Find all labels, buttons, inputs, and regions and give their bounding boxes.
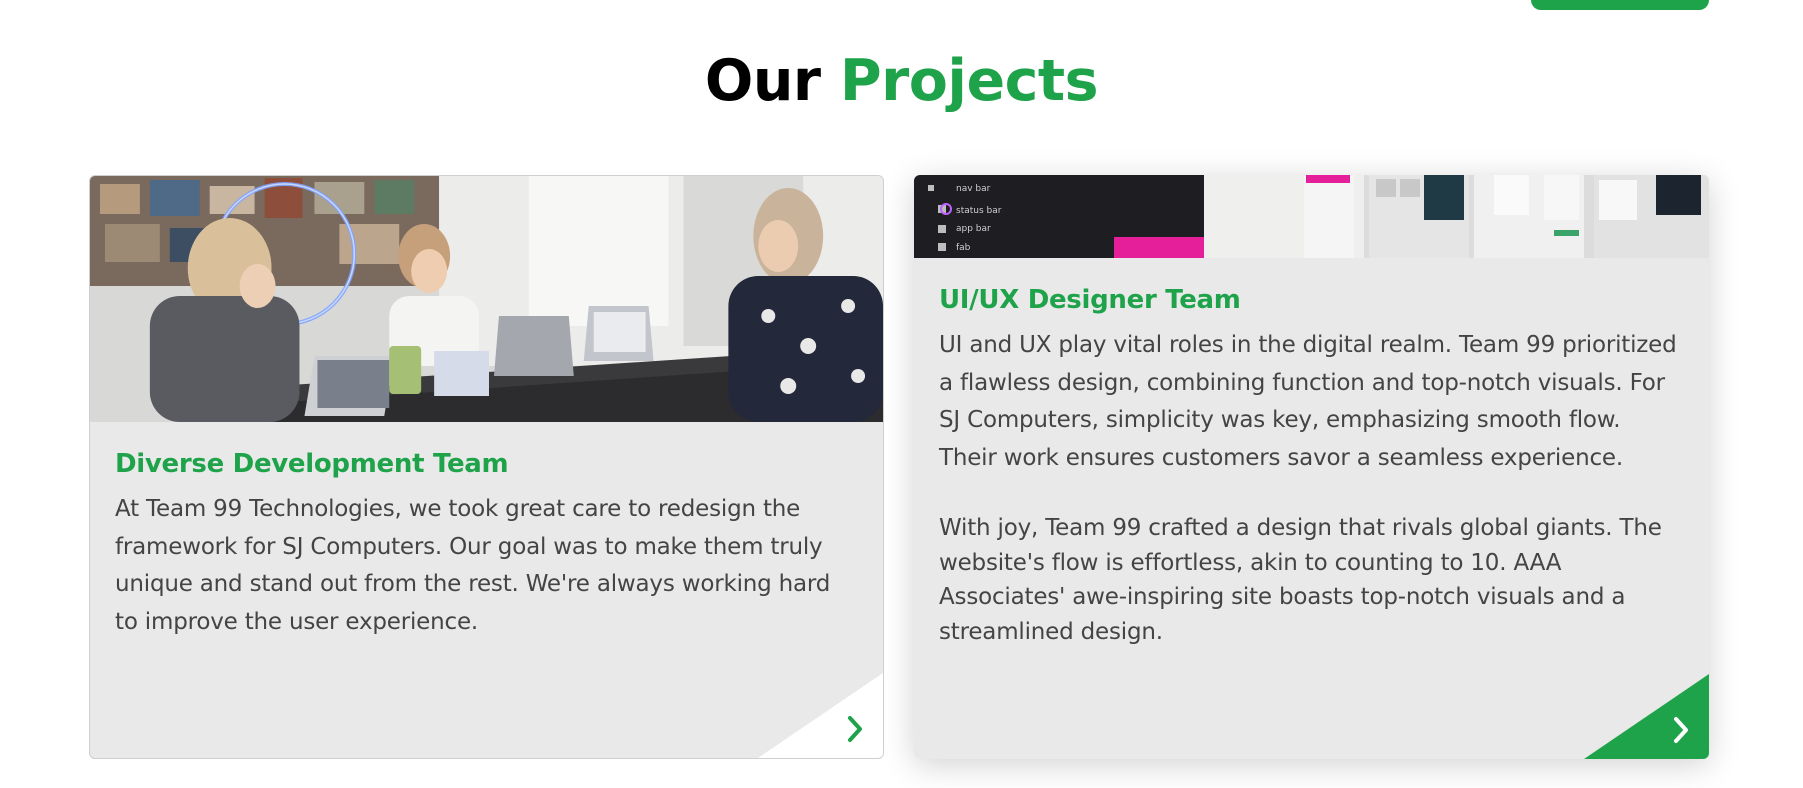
section-heading: Our Projects	[0, 48, 1803, 114]
top-nav-button[interactable]	[1531, 0, 1709, 10]
svg-text:app bar: app bar	[956, 224, 991, 234]
design-screens-photo: nav bar status bar app bar fab	[914, 175, 1709, 258]
team-photo	[90, 176, 883, 422]
card-corner-link[interactable]	[1584, 674, 1709, 759]
card-title: Diverse Development Team	[115, 449, 509, 479]
project-card-development[interactable]: Diverse Development Team At Team 99 Tech…	[89, 175, 884, 759]
card-corner-link[interactable]	[758, 673, 883, 758]
card-description: UI and UX play vital roles in the digita…	[939, 332, 1677, 471]
svg-text:status bar: status bar	[956, 206, 1002, 216]
card-title: UI/UX Designer Team	[939, 285, 1241, 315]
card-description-extra: With joy, Team 99 crafted a design that …	[939, 515, 1662, 645]
svg-text:fab: fab	[956, 243, 971, 253]
heading-word-projects: Projects	[839, 48, 1099, 114]
heading-word-our: Our	[704, 48, 821, 114]
card-description: At Team 99 Technologies, we took great c…	[115, 496, 831, 635]
svg-text:nav bar: nav bar	[956, 184, 991, 194]
project-card-uiux[interactable]: nav bar status bar app bar fab UI/UX Des…	[914, 175, 1709, 759]
